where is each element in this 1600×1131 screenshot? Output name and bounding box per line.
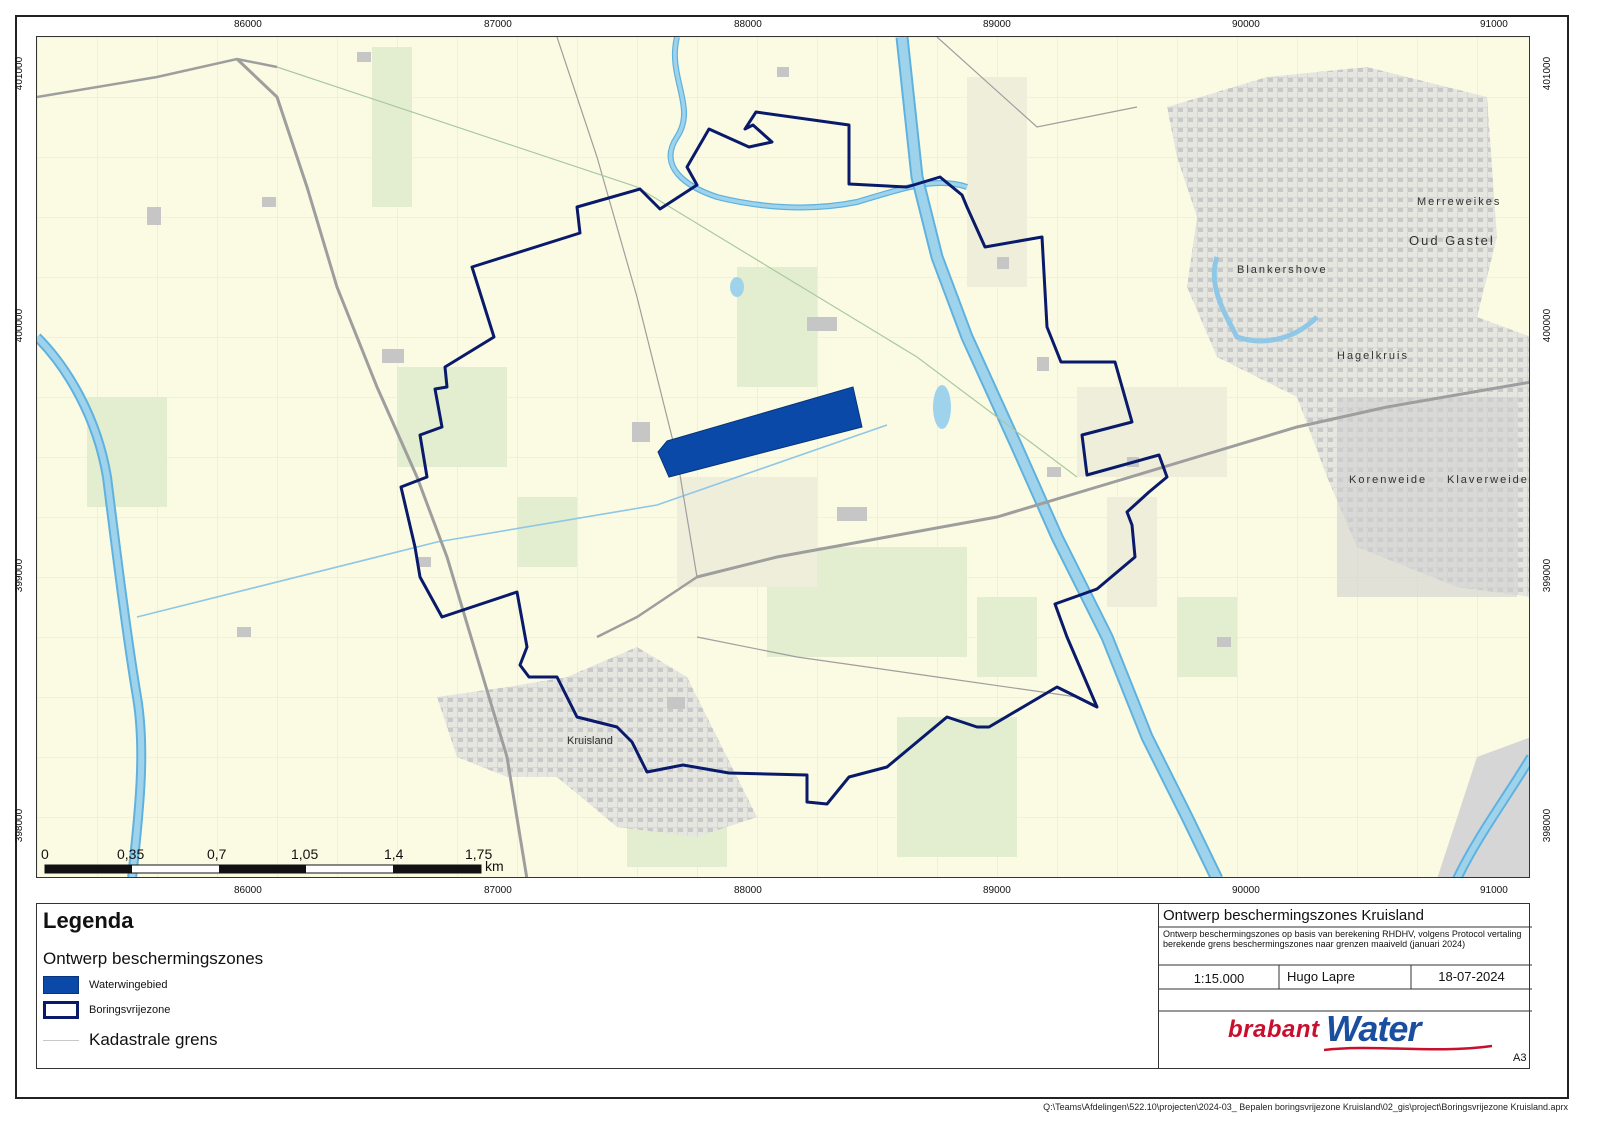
scale-label: 0,7	[207, 846, 227, 862]
sheet-size: A3	[1513, 1052, 1527, 1064]
legend-title: Legenda	[43, 908, 134, 933]
x-tick-label: 90000	[1232, 19, 1260, 30]
x-tick-label: 90000	[1232, 885, 1260, 896]
y-tick-label: 400000	[1542, 308, 1554, 343]
x-tick-label: 91000	[1480, 19, 1508, 30]
scale-label: 1,05	[291, 846, 318, 862]
y-tick-label: 399000	[1542, 558, 1554, 593]
legend-item-kadastrale-grens: Kadastrale grens	[43, 1030, 218, 1050]
label-merreweikes: Merreweikes	[1417, 196, 1501, 208]
x-tick-label: 88000	[734, 885, 762, 896]
x-tick-label: 86000	[234, 885, 262, 896]
label-oud-gastel: Oud Gastel	[1409, 233, 1495, 248]
legend-item-boringsvrijezone: Boringsvrijezone	[43, 1001, 170, 1019]
topographic-map: Merreweikes Oud Gastel Blankershove Hage…	[37, 37, 1529, 877]
map-title: Ontwerp beschermingszones Kruisland	[1163, 907, 1424, 924]
label-blankershove: Blankershove	[1237, 264, 1328, 276]
x-tick-label: 88000	[734, 19, 762, 30]
map-scale: 1:15.000	[1193, 971, 1245, 986]
legend-item-label: Kadastrale grens	[89, 1030, 218, 1049]
waterwingebied-swatch	[43, 976, 79, 994]
brabant-water-logo: brabant Water	[1228, 1008, 1493, 1052]
x-tick-label: 87000	[484, 885, 512, 896]
project-file-path: Q:\Teams\Afdelingen\522.10\projecten\202…	[1043, 1102, 1568, 1112]
label-hagelkruis: Hagelkruis	[1337, 350, 1409, 362]
map-author: Hugo Lapre	[1287, 969, 1355, 984]
logo-swoosh-icon	[1324, 1044, 1493, 1052]
legend-item-label: Waterwingebied	[89, 979, 168, 991]
scale-unit: km	[485, 858, 504, 874]
label-kruisland: Kruisland	[567, 735, 613, 747]
legend-item-waterwingebied: Waterwingebied	[43, 976, 167, 994]
boringsvrijezone-swatch	[43, 1001, 79, 1019]
map-canvas[interactable]: Merreweikes Oud Gastel Blankershove Hage…	[36, 36, 1530, 878]
kadastrale-grens-swatch	[43, 1039, 79, 1041]
x-tick-label: 86000	[234, 19, 262, 30]
legend-subtitle: Ontwerp beschermingszones	[43, 949, 264, 968]
y-tick-label: 400000	[14, 308, 26, 343]
logo-brabant-text: brabant	[1228, 1016, 1320, 1043]
scale-label: 0,35	[117, 846, 144, 862]
map-description: Ontwerp beschermingszones op basis van b…	[1163, 929, 1522, 949]
y-tick-label: 398000	[14, 808, 26, 843]
y-tick-label: 399000	[14, 558, 26, 593]
x-tick-label: 89000	[983, 19, 1011, 30]
label-korenweide: Korenweide	[1349, 474, 1427, 486]
legend-item-label: Boringsvrijezone	[89, 1004, 171, 1016]
y-tick-label: 398000	[1542, 808, 1554, 843]
label-klaverweide: Klaverweide	[1447, 474, 1529, 486]
x-tick-label: 87000	[484, 19, 512, 30]
y-tick-label: 401000	[1542, 56, 1554, 91]
x-tick-label: 91000	[1480, 885, 1508, 896]
scale-label: 1,4	[384, 846, 404, 862]
x-tick-label: 89000	[983, 885, 1011, 896]
map-date: 18-07-2024	[1438, 969, 1505, 984]
scale-label: 0	[41, 846, 49, 862]
y-tick-label: 401000	[14, 56, 26, 91]
